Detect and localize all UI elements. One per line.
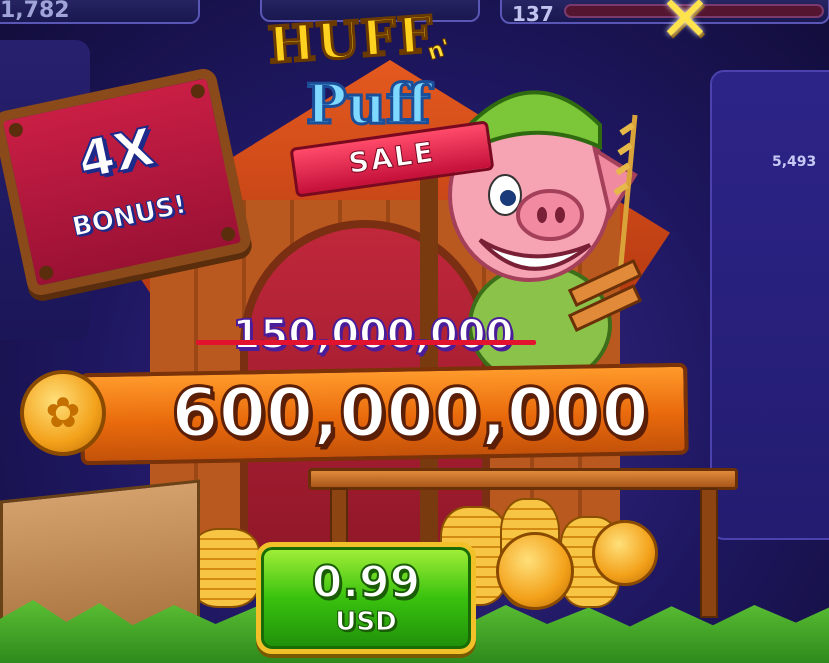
- coin-balance-text: 1,782: [0, 0, 70, 23]
- bolt-icon: [219, 225, 237, 243]
- gold-coin-icon: [20, 370, 106, 456]
- coin-stack-icon: [190, 528, 260, 608]
- table-leg: [700, 488, 718, 618]
- level-number: 137: [512, 2, 554, 26]
- coin-balance-bar: 1,782: [0, 0, 200, 24]
- gold-coin-icon: [592, 520, 658, 586]
- bolt-icon: [7, 121, 25, 139]
- bolt-icon: [189, 82, 207, 100]
- gold-coin-icon: [496, 532, 574, 610]
- buy-button-currency: USD: [335, 607, 397, 638]
- buy-button-price: 0.99: [311, 556, 422, 609]
- wooden-table: [308, 468, 738, 490]
- logo-huff-text: HUFF: [265, 3, 438, 76]
- bolt-icon: [37, 264, 55, 282]
- side-panel-value: 5,493: [772, 154, 817, 170]
- logo-puff-text: Puff: [304, 71, 431, 138]
- new-coin-amount: 600,000,000: [170, 373, 651, 455]
- close-icon[interactable]: ✕: [650, 0, 720, 50]
- strikethrough-line: [196, 340, 536, 345]
- old-coin-amount: 150,000,000: [232, 311, 515, 359]
- huff-n-puff-logo: HUFF n' Puff SALE: [265, 3, 495, 198]
- buy-button[interactable]: 0.99 USD: [256, 542, 476, 654]
